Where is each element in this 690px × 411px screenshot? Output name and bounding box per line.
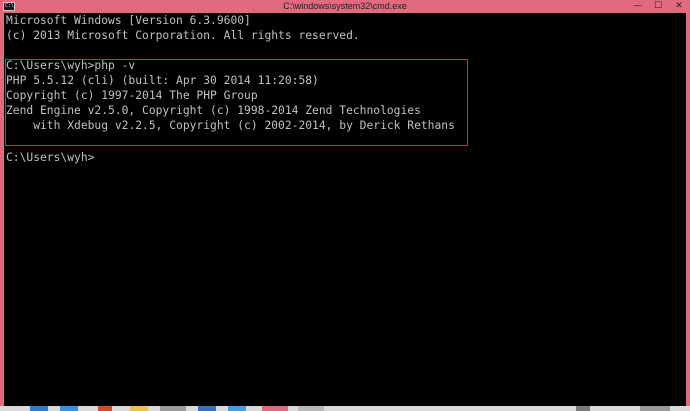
minimize-button[interactable]: —: [630, 0, 646, 13]
tray-clock[interactable]: [640, 406, 670, 411]
taskbar-item[interactable]: [98, 406, 112, 411]
taskbar-item[interactable]: [198, 406, 216, 411]
taskbar-item[interactable]: [228, 406, 246, 411]
tray-icon[interactable]: [576, 406, 590, 411]
taskbar-item[interactable]: [130, 406, 148, 411]
taskbar-item[interactable]: [262, 406, 288, 411]
title-bar[interactable]: C:\ C:\windows\system32\cmd.exe — ☐ ✕: [0, 0, 690, 13]
maximize-button[interactable]: ☐: [650, 0, 666, 13]
taskbar-item[interactable]: [30, 406, 48, 411]
console-prompt[interactable]: C:\Users\wyh>: [6, 150, 94, 165]
console-line-copyright: (c) 2013 Microsoft Corporation. All righ…: [6, 29, 360, 42]
taskbar-item[interactable]: [160, 406, 186, 411]
highlight-box: [5, 59, 468, 146]
taskbar-item[interactable]: [298, 406, 324, 411]
taskbar-item[interactable]: [60, 406, 78, 411]
scrollbar[interactable]: [682, 13, 686, 408]
close-button[interactable]: ✕: [668, 0, 690, 13]
window-title: C:\windows\system32\cmd.exe: [283, 1, 407, 11]
console-area[interactable]: Microsoft Windows [Version 6.3.9600] (c)…: [4, 13, 686, 408]
cmd-window: C:\ C:\windows\system32\cmd.exe — ☐ ✕ Mi…: [0, 0, 690, 411]
console-line-version: Microsoft Windows [Version 6.3.9600]: [6, 14, 251, 27]
cmd-app-icon[interactable]: C:\: [3, 2, 15, 11]
taskbar: [0, 406, 690, 411]
